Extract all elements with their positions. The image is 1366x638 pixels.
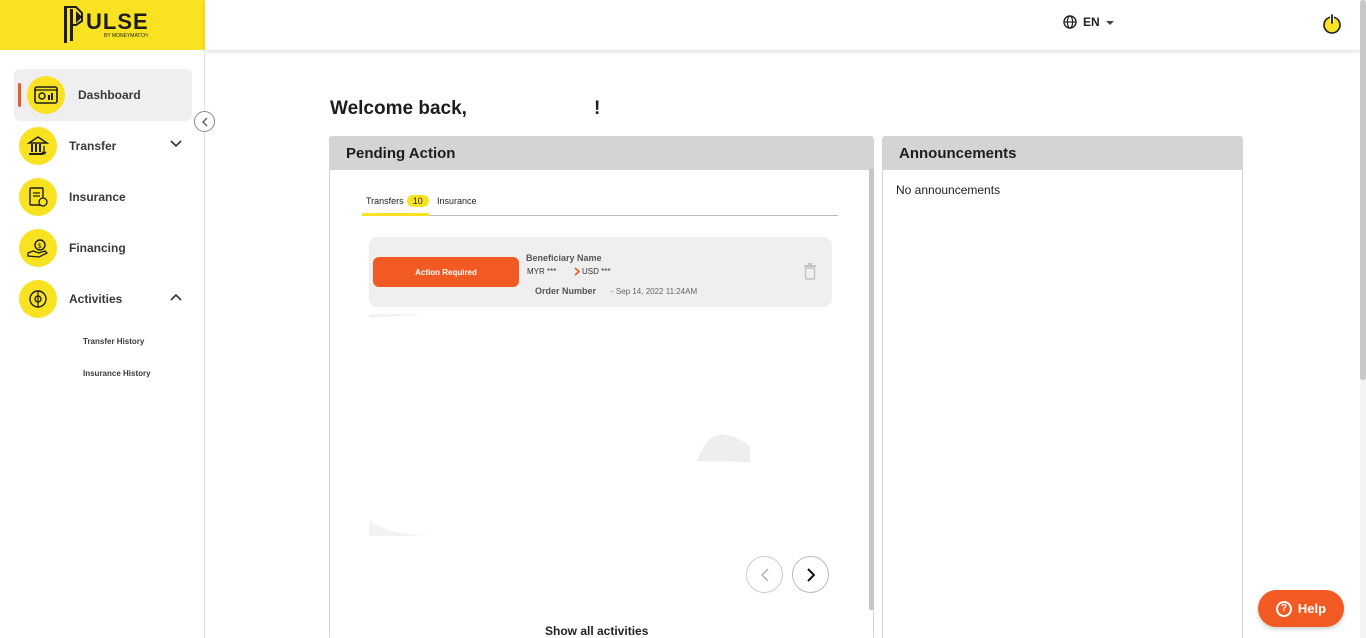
globe-icon [1063, 15, 1077, 29]
order-date: - Sep 14, 2022 11:24AM [611, 287, 698, 296]
order-number-label: Order Number [535, 286, 597, 296]
beneficiary-name: Beneficiary Name [526, 253, 602, 263]
power-icon[interactable] [1321, 13, 1343, 35]
help-label: Help [1297, 601, 1327, 616]
question-icon: ? [1275, 600, 1292, 617]
welcome-heading: Welcome back, [330, 98, 467, 119]
source-currency: MYR *** [527, 267, 557, 276]
sidebar-item-label: Dashboard [78, 88, 141, 102]
financing-hand-coin-icon: $ [19, 229, 57, 267]
show-all-activities-link[interactable]: Show all activities [545, 624, 648, 638]
active-marker [18, 83, 21, 107]
sidebar-item-label: Transfer [69, 139, 117, 153]
sidebar-item-dashboard[interactable]: Dashboard [14, 69, 192, 121]
chevron-right-icon [574, 267, 580, 276]
sidebar-item-label: Financing [69, 241, 126, 255]
svg-text:$: $ [38, 242, 42, 250]
next-page-button[interactable] [792, 556, 829, 593]
action-required-button[interactable]: Action Required [373, 257, 519, 287]
sidebar-item-transfer[interactable]: Transfer [14, 120, 192, 172]
panel-title: Announcements [883, 137, 1242, 170]
language-selector[interactable]: EN [1063, 15, 1114, 29]
activities-chart-icon [19, 280, 57, 318]
caret-down-icon [1105, 21, 1114, 25]
language-label: EN [1083, 15, 1100, 29]
tab-transfers[interactable]: Transfers 10 [362, 191, 429, 216]
sidebar-subitem-insurance-history[interactable]: Insurance History [83, 369, 151, 378]
pulse-logo-icon [62, 5, 84, 45]
bank-transfer-icon [19, 127, 57, 165]
panel-scrollbar[interactable] [869, 169, 874, 610]
dashboard-icon [27, 76, 65, 114]
sidebar-item-financing[interactable]: $ Financing [14, 222, 192, 274]
prev-page-button[interactable] [746, 556, 783, 593]
welcome-heading-end: ! [594, 98, 601, 119]
tab-insurance[interactable]: Insurance [437, 191, 477, 211]
chevron-right-icon [806, 567, 815, 582]
sidebar: Dashboard Transfer Insurance $ Financing… [0, 50, 205, 638]
target-currency: USD *** [582, 267, 611, 276]
logo-subtitle: BY MONEYMATCH [104, 33, 148, 39]
help-button[interactable]: ? Help [1258, 590, 1344, 627]
sidebar-subitem-transfer-history[interactable]: Transfer History [83, 337, 144, 346]
tab-count-badge: 10 [406, 194, 429, 207]
chevron-left-icon [760, 567, 769, 582]
chevron-left-icon [201, 116, 208, 127]
chevron-up-icon[interactable] [170, 293, 182, 301]
tab-label: Insurance [437, 196, 477, 206]
brand-logo[interactable]: ULSE BY MONEYMATCH [0, 0, 205, 50]
sidebar-item-label: Activities [69, 292, 123, 306]
announcements-panel: Announcements No announcements [882, 136, 1243, 638]
sidebar-item-insurance[interactable]: Insurance [14, 171, 192, 223]
trash-icon[interactable] [803, 263, 817, 280]
pending-tabs: Transfers 10 Insurance [362, 187, 838, 216]
logo-word: ULSE [86, 9, 149, 34]
top-header: EN [205, 0, 1360, 50]
sidebar-item-activities[interactable]: Activities [14, 273, 192, 325]
sidebar-item-label: Insurance [69, 190, 126, 204]
sidebar-collapse-button[interactable] [194, 111, 215, 132]
loading-placeholder [369, 314, 750, 536]
insurance-document-icon [19, 178, 57, 216]
page-scrollbar-thumb[interactable] [1360, 0, 1366, 380]
chevron-down-icon[interactable] [170, 140, 182, 148]
tab-label: Transfers [366, 195, 404, 206]
announcements-empty-text: No announcements [896, 183, 1001, 197]
panel-title: Pending Action [330, 137, 873, 170]
